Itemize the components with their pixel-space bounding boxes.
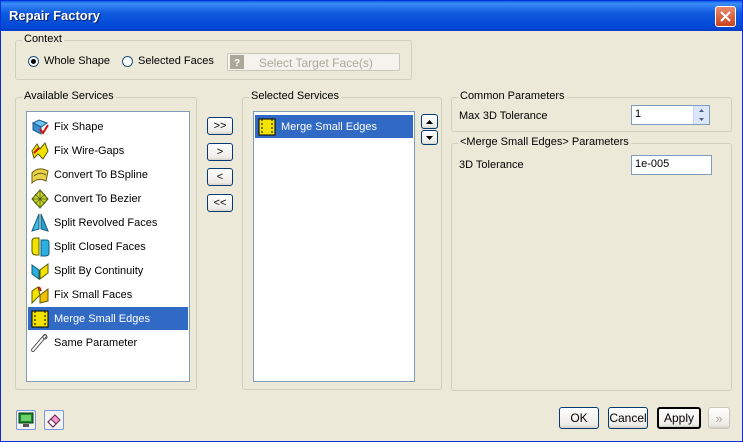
erase-button[interactable] <box>44 410 64 430</box>
list-item-split-revolved[interactable]: Split Revolved Faces <box>28 211 188 234</box>
list-item-split-closed[interactable]: Split Closed Faces <box>28 235 188 258</box>
apply-button[interactable]: Apply <box>657 407 701 429</box>
list-item-label: Merge Small Edges <box>281 120 377 133</box>
fix-wire-gaps-icon <box>31 141 49 160</box>
available-services-list[interactable]: Fix Shape Fix Wire-Gaps Convert To BSpli… <box>26 111 190 382</box>
svg-text:?: ? <box>234 58 240 69</box>
list-item-merge-small-edges-selected[interactable]: Merge Small Edges <box>255 115 413 138</box>
list-item-label: Split Revolved Faces <box>54 216 158 229</box>
list-item-label: Split Closed Faces <box>54 240 146 253</box>
service-parameters-legend: <Merge Small Edges> Parameters <box>458 136 631 148</box>
selected-services-legend: Selected Services <box>249 90 342 102</box>
repair-factory-dialog: Repair Factory Context Whole Shape Selec… <box>0 0 743 442</box>
list-item-label: Same Parameter <box>54 336 138 349</box>
remove-all-button[interactable]: << <box>207 194 233 212</box>
select-target-faces-label: Select Target Face(s) <box>259 56 373 70</box>
list-item-same-parameter[interactable]: Same Parameter <box>28 331 188 354</box>
max-3d-tolerance-spinbox[interactable]: 1 <box>631 105 710 125</box>
split-closed-icon <box>31 237 50 256</box>
whole-shape-radio-circle[interactable] <box>28 55 39 67</box>
list-item-label: Convert To Bezier <box>54 192 142 205</box>
add-all-button[interactable]: >> <box>207 117 233 135</box>
cancel-button[interactable]: Cancel <box>608 407 648 429</box>
merge-small-edges-icon <box>258 118 276 135</box>
ok-button[interactable]: OK <box>559 407 599 429</box>
remove-button[interactable]: < <box>207 168 233 186</box>
list-item-label: Merge Small Edges <box>54 312 150 325</box>
help-icon: ? <box>230 55 244 69</box>
list-item-label: Split By Continuity <box>54 264 144 277</box>
3d-tolerance-input[interactable]: 1e-005 <box>631 155 712 175</box>
list-item-fix-small-faces[interactable]: Fix Small Faces <box>28 283 188 306</box>
list-item-convert-bspline[interactable]: Convert To BSpline <box>28 163 188 186</box>
arrow-down-icon <box>426 135 433 140</box>
selected-services-list[interactable]: Merge Small Edges <box>253 111 415 382</box>
select-target-faces-button[interactable]: ? Select Target Face(s) <box>227 53 400 71</box>
list-item-label: Fix Small Faces <box>54 288 133 301</box>
available-services-legend: Available Services <box>22 90 116 102</box>
max-3d-tolerance-value: 1 <box>635 108 642 120</box>
eraser-icon <box>47 414 61 428</box>
max-3d-tolerance-label: Max 3D Tolerance <box>459 110 548 122</box>
list-item-fix-wire-gaps[interactable]: Fix Wire-Gaps <box>28 139 188 162</box>
merge-small-edges-icon <box>31 310 49 327</box>
fix-small-faces-icon <box>31 285 49 304</box>
spin-up-button[interactable] <box>693 106 709 115</box>
list-item-fix-shape[interactable]: Fix Shape <box>28 115 188 138</box>
close-icon <box>720 11 731 22</box>
list-item-label: Convert To BSpline <box>54 168 148 181</box>
convert-bspline-icon <box>31 167 49 184</box>
spin-down-button[interactable] <box>693 115 709 124</box>
add-button[interactable]: > <box>207 143 233 161</box>
move-down-button[interactable] <box>421 130 438 145</box>
selected-faces-radio-circle[interactable] <box>122 55 133 67</box>
list-item-label: Fix Wire-Gaps <box>54 144 125 157</box>
3d-tolerance-label: 3D Tolerance <box>459 159 524 171</box>
fix-shape-icon <box>31 118 49 135</box>
title-bar[interactable]: Repair Factory <box>1 1 742 31</box>
arrow-up-icon <box>426 119 433 124</box>
3d-tolerance-value: 1e-005 <box>635 158 670 170</box>
list-item-convert-bezier[interactable]: Convert To Bezier <box>28 187 188 210</box>
whole-shape-radio[interactable]: Whole Shape <box>28 55 110 67</box>
common-parameters-legend: Common Parameters <box>458 90 567 102</box>
service-parameters-group: <Merge Small Edges> Parameters <box>451 136 732 391</box>
monitor-icon <box>18 412 34 427</box>
list-item-merge-small-edges[interactable]: Merge Small Edges <box>28 307 188 330</box>
visualize-button[interactable] <box>16 410 36 430</box>
window-title: Repair Factory <box>9 8 101 23</box>
spin-down-icon <box>699 118 704 121</box>
selected-faces-radio[interactable]: Selected Faces <box>122 55 214 67</box>
split-revolved-icon <box>31 213 49 232</box>
convert-bezier-icon <box>31 188 49 209</box>
context-legend: Context <box>22 33 64 45</box>
spin-up-icon <box>699 109 704 112</box>
whole-shape-label: Whole Shape <box>44 55 111 67</box>
close-button[interactable] <box>715 6 736 27</box>
context-group: Context Whole Shape Selected Faces ? Sel… <box>15 33 412 80</box>
same-parameter-icon <box>31 333 48 352</box>
move-up-button[interactable] <box>421 114 438 129</box>
list-item-label: Fix Shape <box>54 120 104 133</box>
split-continuity-icon <box>31 262 49 280</box>
selected-faces-label: Selected Faces <box>138 55 214 67</box>
next-button[interactable]: » <box>708 407 730 429</box>
list-item-split-continuity[interactable]: Split By Continuity <box>28 259 188 282</box>
